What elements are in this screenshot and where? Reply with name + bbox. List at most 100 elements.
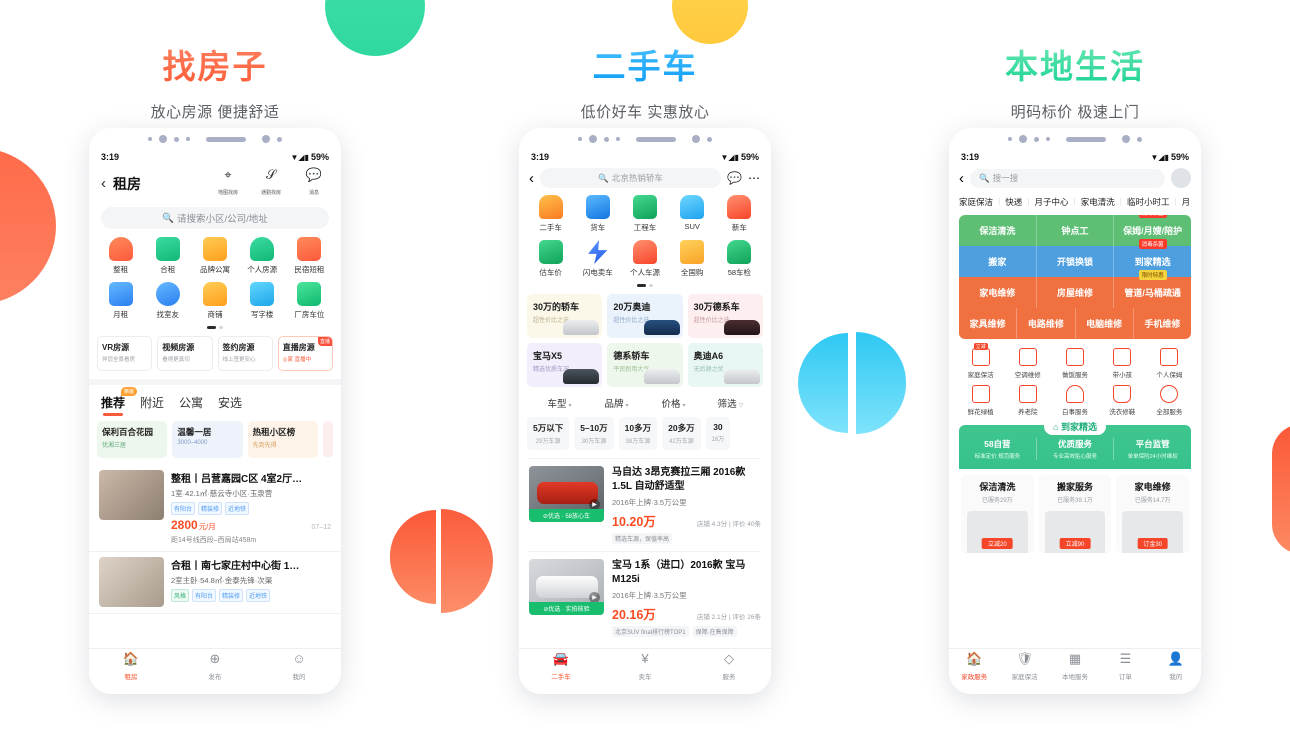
promo-card-live[interactable]: 直播 直播房源 ◎家 直播中 [277, 335, 333, 371]
category-item[interactable]: 商铺 [191, 282, 238, 320]
service-item[interactable]: 鲜花绿植 [957, 385, 1004, 416]
avatar[interactable] [1171, 168, 1191, 188]
mini-card[interactable]: 热租小区榜 先到先得 [247, 420, 318, 458]
service-item[interactable]: 个人保姆 [1146, 348, 1193, 379]
search-input[interactable]: 🔍 请搜索小区/公司/地址 [101, 207, 329, 229]
category-item[interactable]: 工程车 [621, 195, 668, 233]
quick-chip[interactable]: 家电清洗 [1081, 196, 1115, 208]
category-item[interactable]: 估车价 [527, 240, 574, 278]
car-item[interactable]: ▶ ⊘优选 · 实拍核验 宝马 1系（进口）2016款 宝马M125i 2016… [529, 550, 761, 644]
tab-anxuan[interactable]: 安选 [218, 394, 242, 411]
service-item[interactable]: 全部服务 [1146, 385, 1193, 416]
promo-card[interactable]: 视频房源 看得更真切 [157, 335, 213, 371]
price-chip[interactable]: 5万以下 29万车源 [527, 416, 570, 450]
mini-card[interactable]: 保利百合花园 优湘三居 [97, 420, 168, 458]
product-card[interactable]: 保洁清洗 已服务29万 立减20 [961, 475, 1034, 553]
tabbar-item-mine[interactable]: 👤 我的 [1151, 651, 1201, 684]
filter-more[interactable]: 筛选 ▽ [702, 396, 759, 410]
car-item[interactable]: ▶ ⊘优选 · 58放心车 马自达 3昂克赛拉三厢 2016款 1.5L 自动舒… [529, 457, 761, 551]
tile[interactable]: 30万德系车 超性价比之选 [687, 293, 763, 338]
category-item[interactable]: 二手车 [527, 195, 574, 233]
mega-cell[interactable]: 手机维修 [1133, 308, 1191, 339]
tabbar-item-cleaning[interactable]: 🛡 家庭保洁 [999, 651, 1049, 684]
tab-nearby[interactable]: 附近 [140, 394, 164, 411]
category-item[interactable]: 全国购 [669, 240, 716, 278]
tabbar-item-service[interactable]: ◇ 服务 [687, 651, 771, 684]
nav-action-commute[interactable]: 𝒮 通勤找房 [256, 168, 286, 199]
nav-action-message[interactable]: 💬 消息 [299, 168, 329, 199]
mega-cell[interactable]: 电脑维修 [1075, 308, 1134, 339]
quick-chip[interactable]: 家庭保洁 [959, 196, 993, 208]
tabbar-item-orders[interactable]: ☰ 订单 [1100, 651, 1150, 684]
tabbar-item-rent[interactable]: 🏠 租房 [89, 651, 173, 684]
category-item[interactable]: 写字楼 [239, 282, 286, 320]
tile[interactable]: 20万奥迪 超性价比之选 [607, 293, 683, 338]
quick-chip[interactable]: 月 [1182, 196, 1191, 208]
back-icon[interactable]: ‹ [529, 170, 534, 187]
service-item[interactable]: 带小孩 [1099, 348, 1146, 379]
filter-cartype[interactable]: 车型 ▾ [531, 396, 588, 410]
service-item[interactable]: 白事服务 [1051, 385, 1098, 416]
category-item[interactable]: 合租 [144, 237, 191, 275]
listing-item[interactable]: 合租丨南七家庄村中心街 1… 2室主卧·54.8㎡·金泰先锋·次渠 风格 有阳台… [89, 552, 341, 614]
category-item[interactable]: 个人房源 [239, 237, 286, 275]
category-item[interactable]: 民宿短租 [286, 237, 333, 275]
tile[interactable]: 30万的轿车 超性价比之选 [527, 293, 603, 338]
category-item[interactable]: 货车 [574, 195, 621, 233]
service-item[interactable]: 立减 家庭保洁 [957, 343, 1004, 379]
service-item[interactable]: 洗衣修鞋 [1099, 385, 1146, 416]
mega-cell[interactable]: 限时特惠 管道/马桶疏通 [1114, 270, 1191, 308]
tabbar-item-usedcar[interactable]: 🚘 二手车 [519, 651, 603, 684]
mega-cell[interactable]: 钟点工 [1036, 215, 1115, 246]
listing-item[interactable]: 整租丨吕营嘉园C区 4室2厅… 1室·42.1㎡·慈云寺小区·玉泉营 有阳台 精… [89, 465, 341, 552]
nav-action-map[interactable]: ⌖ 地图找房 [213, 168, 243, 199]
category-item[interactable]: 闪电卖车 [574, 240, 621, 278]
service-item[interactable]: 空调维修 [1004, 348, 1051, 379]
search-input[interactable]: 🔍 北京热销轿车 [540, 168, 722, 188]
back-icon[interactable]: ‹ [101, 175, 106, 192]
category-item[interactable]: 58车检 [716, 240, 763, 278]
price-chip[interactable]: 30 16万 [705, 416, 731, 450]
category-item[interactable]: 个人车源 [621, 240, 668, 278]
promo-card[interactable]: VR房源 伴您全景看房 [97, 335, 153, 371]
category-item[interactable]: SUV [669, 195, 716, 233]
quick-chip[interactable]: 临时小时工 [1127, 196, 1170, 208]
promo-card[interactable]: 签约房源 线上签更安心 [217, 335, 273, 371]
price-chip[interactable]: 5–10万 30万车源 [574, 416, 614, 450]
tabbar-item-localservice[interactable]: ▦ 本地服务 [1050, 651, 1100, 684]
service-item[interactable]: 做饭服务 [1051, 348, 1098, 379]
tabbar-item-publish[interactable]: ⊕ 发布 [173, 651, 257, 684]
mega-cell[interactable]: 开锁换锁 [1036, 246, 1115, 277]
price-chip[interactable]: 10多万 38万车源 [618, 416, 658, 450]
tile[interactable]: 宝马X5 精选优质车况 [527, 342, 603, 387]
grid-pager[interactable] [519, 284, 771, 287]
category-item[interactable]: 整租 [97, 237, 144, 275]
grid-pager[interactable] [89, 326, 341, 329]
category-item[interactable]: 新车 [716, 195, 763, 233]
category-item[interactable]: 找室友 [144, 282, 191, 320]
search-input[interactable]: 🔍 搜一搜 [970, 168, 1165, 188]
tabbar-item-homeservice[interactable]: 🏠 家政服务 [949, 651, 999, 684]
message-icon[interactable]: 💬 [727, 171, 742, 185]
tile[interactable]: 德系轿车 平民耐用大气 [607, 342, 683, 387]
tabbar-item-sellcar[interactable]: ¥ 卖车 [603, 651, 687, 684]
quick-chip[interactable]: 快递 [1005, 196, 1022, 208]
mini-card-peek[interactable] [322, 420, 333, 458]
mega-cell[interactable]: 家具维修 [959, 308, 1018, 339]
filter-price[interactable]: 价格 ▾ [645, 396, 702, 410]
mega-cell[interactable]: 房屋维修 [1036, 277, 1115, 308]
more-icon[interactable]: ⋯ [748, 171, 761, 185]
product-card[interactable]: 搬家服务 已服务39.1万 立减90 [1038, 475, 1112, 553]
mega-cell[interactable]: 电路维修 [1017, 308, 1076, 339]
product-card[interactable]: 家电维修 已服务14.7万 订金30 [1116, 475, 1190, 553]
tile[interactable]: 奥迪A6 无后顾之忧 [687, 342, 763, 387]
tab-apartment[interactable]: 公寓 [179, 394, 203, 411]
quick-chip[interactable]: 月子中心 [1034, 196, 1068, 208]
category-item[interactable]: 品牌公寓 [191, 237, 238, 275]
mega-cell[interactable]: 搬家 [959, 246, 1037, 277]
tab-recommend[interactable]: 推荐 [101, 394, 125, 416]
price-chip[interactable]: 20多万 42万车源 [662, 416, 701, 450]
category-item[interactable]: 月租 [97, 282, 144, 320]
filter-brand[interactable]: 品牌 ▾ [588, 396, 645, 410]
back-icon[interactable]: ‹ [959, 170, 964, 187]
